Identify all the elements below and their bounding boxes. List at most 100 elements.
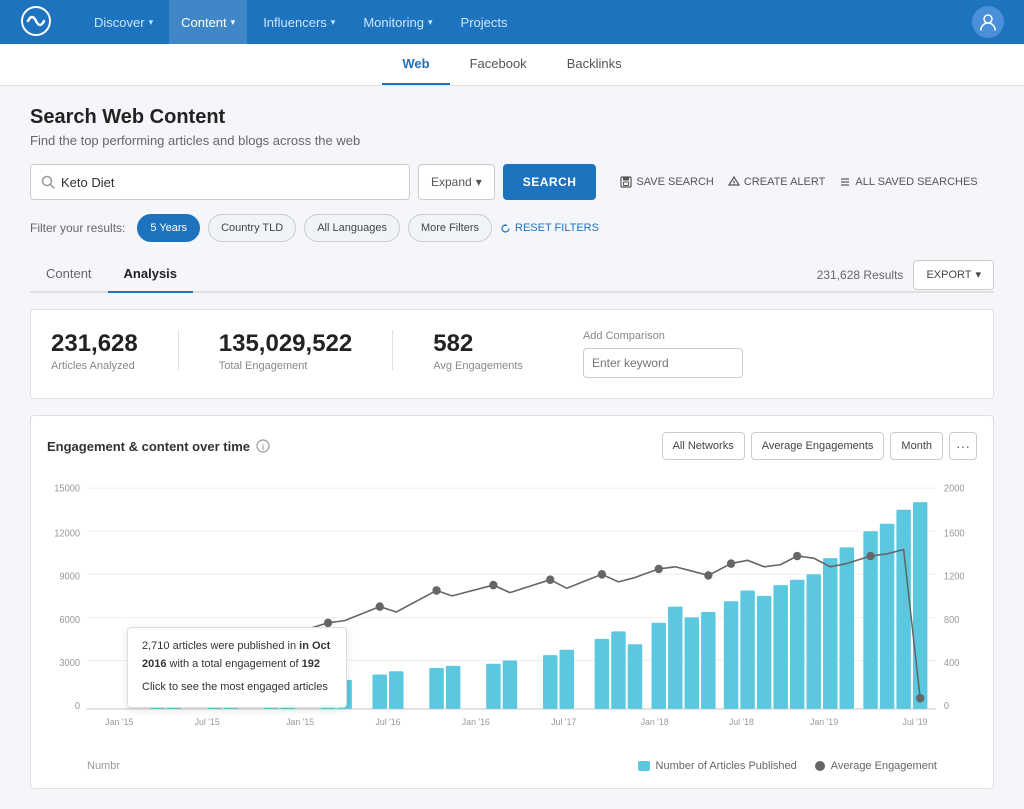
search-actions: SAVE SEARCH CREATE ALERT ALL SAVED SEARC… [620, 176, 977, 188]
chart-header: Engagement & content over time i All Net… [47, 432, 977, 460]
search-input-wrapper [30, 164, 410, 200]
stat-articles: 231,628 Articles Analyzed [51, 330, 138, 372]
legend-articles: Number of Articles Published [638, 760, 797, 772]
filter-label: Filter your results: [30, 221, 125, 235]
reset-filters-button[interactable]: RESET FILTERS [500, 222, 599, 234]
legend-engagement: Average Engagement [815, 760, 937, 772]
stat-divider-2 [392, 330, 393, 370]
create-alert-link[interactable]: CREATE ALERT [728, 176, 826, 188]
list-icon [839, 176, 851, 188]
svg-text:3000: 3000 [59, 658, 80, 669]
nav-items: Discover ▾ Content ▾ Influencers ▾ Monit… [82, 0, 972, 44]
svg-text:Jul '15: Jul '15 [195, 717, 220, 727]
analysis-tabs: Content Analysis 231,628 Results EXPORT … [30, 258, 994, 293]
nav-projects[interactable]: Projects [449, 0, 520, 44]
nav-discover[interactable]: Discover ▾ [82, 0, 165, 44]
svg-text:Jul '16: Jul '16 [375, 717, 400, 727]
chevron-down-icon: ▾ [231, 17, 236, 28]
all-networks-button[interactable]: All Networks [662, 432, 745, 460]
nav-monitoring[interactable]: Monitoring ▾ [351, 0, 444, 44]
svg-text:0: 0 [944, 701, 949, 712]
legend-left-label: Numbr [87, 760, 120, 772]
svg-text:Jul '19: Jul '19 [902, 717, 927, 727]
svg-text:Jan '16: Jan '16 [462, 717, 490, 727]
chart-card: Engagement & content over time i All Net… [30, 415, 994, 789]
svg-text:6000: 6000 [59, 615, 80, 626]
sub-nav: Web Facebook Backlinks [0, 44, 1024, 86]
search-bar: Expand ▾ SEARCH SAVE SEARCH CREATE ALERT… [30, 164, 994, 200]
filter-all-languages[interactable]: All Languages [304, 214, 400, 242]
avg-engagements-button[interactable]: Average Engagements [751, 432, 885, 460]
month-button[interactable]: Month [890, 432, 943, 460]
nav-right [972, 6, 1004, 38]
chart-tooltip: 2,710 articles were published in in Oct … [127, 627, 347, 708]
page-title: Search Web Content [30, 106, 994, 129]
chart-title: Engagement & content over time i [47, 439, 270, 454]
svg-text:Jan '15: Jan '15 [105, 717, 133, 727]
export-button[interactable]: EXPORT ▾ [913, 260, 994, 290]
tab-analysis[interactable]: Analysis [108, 258, 193, 293]
nav-content[interactable]: Content ▾ [169, 0, 247, 44]
filter-country-tld[interactable]: Country TLD [208, 214, 296, 242]
expand-button[interactable]: Expand ▾ [418, 164, 495, 200]
svg-text:i: i [262, 443, 264, 452]
more-options-button[interactable]: ··· [949, 432, 977, 460]
svg-text:Jul '17: Jul '17 [551, 717, 576, 727]
search-input[interactable] [61, 175, 399, 190]
legend-left: Numbr [87, 760, 120, 772]
chart-area[interactable]: 15000 12000 9000 6000 3000 0 2000 1600 1… [47, 472, 977, 752]
filter-more[interactable]: More Filters [408, 214, 492, 242]
tab-web[interactable]: Web [382, 44, 449, 85]
stat-avg: 582 Avg Engagements [433, 330, 523, 372]
alert-icon [728, 176, 740, 188]
comparison-block: Add Comparison [583, 330, 743, 378]
legend-bar-icon [638, 761, 650, 771]
chart-svg: 15000 12000 9000 6000 3000 0 2000 1600 1… [47, 472, 977, 752]
nav-influencers[interactable]: Influencers ▾ [251, 0, 347, 44]
reset-icon [500, 223, 511, 234]
svg-text:Jan '19: Jan '19 [810, 717, 838, 727]
svg-text:1200: 1200 [944, 572, 965, 583]
svg-text:2000: 2000 [944, 483, 965, 494]
stat-articles-value: 231,628 [51, 330, 138, 358]
all-saved-searches-link[interactable]: ALL SAVED SEARCHES [839, 176, 977, 188]
search-button[interactable]: SEARCH [503, 164, 597, 200]
comparison-label: Add Comparison [583, 330, 743, 342]
stat-avg-value: 582 [433, 330, 523, 358]
svg-text:9000: 9000 [59, 572, 80, 583]
svg-text:800: 800 [944, 615, 959, 626]
logo[interactable] [20, 5, 52, 40]
svg-text:Jul '18: Jul '18 [729, 717, 754, 727]
svg-text:Jan '15: Jan '15 [286, 717, 314, 727]
tab-content[interactable]: Content [30, 258, 108, 293]
results-info: 231,628 Results EXPORT ▾ [817, 260, 994, 290]
stat-engagement-label: Total Engagement [219, 360, 352, 372]
page-subtitle: Find the top performing articles and blo… [30, 133, 994, 148]
stat-engagement: 135,029,522 Total Engagement [219, 330, 352, 372]
tab-backlinks[interactable]: Backlinks [547, 44, 642, 85]
chevron-down-icon: ▾ [149, 17, 154, 28]
save-search-link[interactable]: SAVE SEARCH [620, 176, 713, 188]
search-icon [41, 175, 55, 189]
chevron-down-icon: ▾ [476, 175, 482, 189]
stat-articles-label: Articles Analyzed [51, 360, 138, 372]
filters-bar: Filter your results: 5 Years Country TLD… [30, 214, 994, 242]
results-label: Results [863, 268, 903, 282]
tooltip-cta: Click to see the most engaged articles [142, 679, 332, 697]
comparison-input[interactable] [583, 348, 743, 378]
chevron-down-icon: ▾ [428, 17, 433, 28]
chevron-down-icon: ▾ [331, 17, 336, 28]
chevron-down-icon: ▾ [975, 268, 981, 281]
top-nav: Discover ▾ Content ▾ Influencers ▾ Monit… [0, 0, 1024, 44]
legend-dot-icon [815, 761, 825, 771]
svg-text:400: 400 [944, 658, 959, 669]
avatar[interactable] [972, 6, 1004, 38]
save-icon [620, 176, 632, 188]
legend-right: Number of Articles Published Average Eng… [638, 760, 937, 772]
svg-text:12000: 12000 [54, 528, 80, 539]
filter-5years[interactable]: 5 Years [137, 214, 200, 242]
stat-avg-label: Avg Engagements [433, 360, 523, 372]
tab-facebook[interactable]: Facebook [450, 44, 547, 85]
stat-divider-1 [178, 330, 179, 370]
info-icon[interactable]: i [256, 439, 270, 453]
